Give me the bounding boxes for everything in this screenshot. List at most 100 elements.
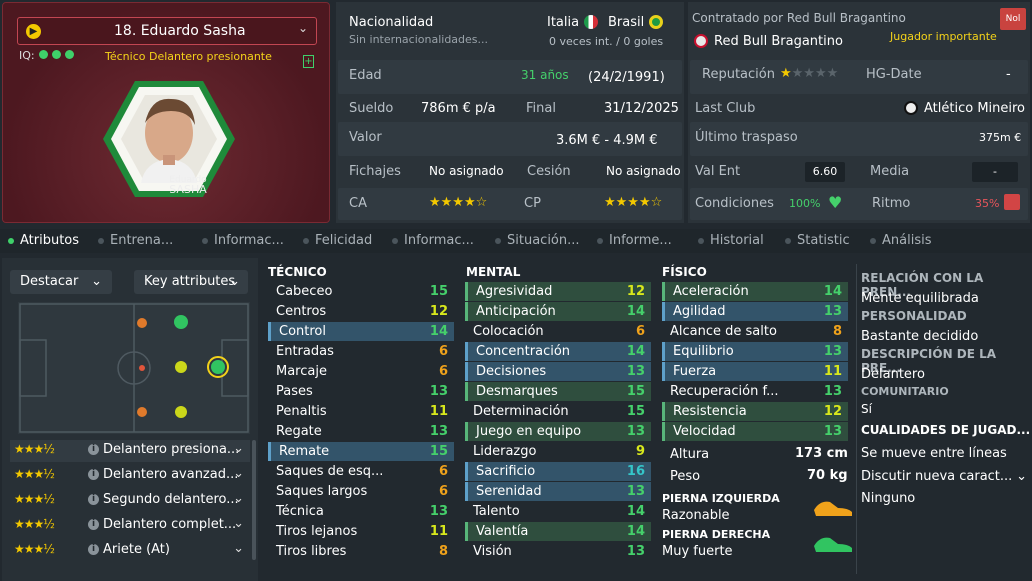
chevron-down-icon[interactable]: ⌄ bbox=[298, 21, 308, 35]
attribute-row[interactable]: Marcaje 6 bbox=[268, 362, 454, 381]
attribute-row[interactable]: Agresividad 12 bbox=[465, 282, 651, 301]
position-row[interactable]: ★★★½ i Delantero presiona... ⌄ bbox=[10, 440, 250, 462]
tab-informe[interactable]: Informe... bbox=[597, 233, 672, 248]
scrollbar[interactable] bbox=[252, 440, 256, 560]
country-italy[interactable]: Italia bbox=[547, 15, 579, 30]
tab-label: Informe... bbox=[609, 233, 672, 248]
position-row[interactable]: ★★★½ i Segundo delantero... ⌄ bbox=[10, 490, 250, 512]
country-brazil[interactable]: Brasil bbox=[608, 15, 644, 30]
attribute-row[interactable]: Entradas 6 bbox=[268, 342, 454, 361]
left-foot-label: PIERNA IZQUIERDA bbox=[662, 492, 780, 505]
wage-label: Sueldo bbox=[349, 101, 394, 116]
chevron-down-icon[interactable]: ⌄ bbox=[233, 541, 244, 556]
attribute-row[interactable]: Control 14 bbox=[268, 322, 454, 341]
attribute-row[interactable]: Fuerza 11 bbox=[662, 362, 848, 381]
tab-entrenamiento[interactable]: Entrena... bbox=[98, 233, 173, 248]
ca-stars: ★★★★☆ bbox=[429, 195, 488, 210]
attribute-value: 9 bbox=[635, 444, 645, 459]
attribute-row[interactable]: Visión 13 bbox=[465, 542, 651, 561]
attribute-value: 15 bbox=[626, 404, 645, 419]
tab-atributos[interactable]: Atributos bbox=[8, 233, 79, 248]
attribute-row[interactable]: Alcance de salto 8 bbox=[662, 322, 848, 341]
attribute-row[interactable]: Agilidad 13 bbox=[662, 302, 848, 321]
attribute-row[interactable]: Cabeceo 15 bbox=[268, 282, 454, 301]
attribute-row[interactable]: Saques de esq... 6 bbox=[268, 462, 454, 481]
attribute-row[interactable]: Talento 14 bbox=[465, 502, 651, 521]
trait-none: Ninguno bbox=[861, 491, 916, 506]
reputation-label: Reputación bbox=[702, 67, 775, 82]
tab-label: Statistic bbox=[797, 233, 850, 248]
tab-informacion-2[interactable]: Informac... bbox=[392, 233, 474, 248]
attribute-row[interactable]: Resistencia 12 bbox=[662, 402, 848, 421]
attribute-row[interactable]: Determinación 15 bbox=[465, 402, 651, 421]
attribute-row[interactable]: Regate 13 bbox=[268, 422, 454, 441]
physical-header: FÍSICO bbox=[662, 265, 707, 279]
attribute-row[interactable]: Liderazgo 9 bbox=[465, 442, 651, 461]
tab-analisis[interactable]: Análisis bbox=[870, 233, 931, 248]
attribute-row[interactable]: Remate 15 bbox=[268, 442, 454, 461]
attribute-row[interactable]: Equilibrio 13 bbox=[662, 342, 848, 361]
position-row[interactable]: ★★★½ i Delantero complet... ⌄ bbox=[10, 515, 250, 537]
attribute-row[interactable]: Tiros lejanos 11 bbox=[268, 522, 454, 541]
attribute-row[interactable]: Colocación 6 bbox=[465, 322, 651, 341]
position-row[interactable]: ★★★½ i Delantero avanzad... ⌄ bbox=[10, 465, 250, 487]
chevron-down-icon[interactable]: ⌄ bbox=[233, 516, 244, 531]
club-name[interactable]: Red Bull Bragantino bbox=[714, 34, 843, 49]
info-icon[interactable]: i bbox=[88, 444, 99, 455]
attribute-row[interactable]: Desmarques 15 bbox=[465, 382, 651, 401]
attribute-row[interactable]: Sacrificio 16 bbox=[465, 462, 651, 481]
position-name: Delantero presiona... bbox=[103, 442, 240, 457]
attribute-row[interactable]: Juego en equipo 13 bbox=[465, 422, 651, 441]
attribute-row[interactable]: Concentración 14 bbox=[465, 342, 651, 361]
info-icon[interactable]: i bbox=[88, 544, 99, 555]
player-name-selector[interactable]: ▶ 18. Eduardo Sasha ⌄ bbox=[17, 17, 317, 45]
attribute-row[interactable]: Decisiones 13 bbox=[465, 362, 651, 381]
tab-historial[interactable]: Historial bbox=[698, 233, 764, 248]
discuss-trait-dropdown[interactable]: Discutir nueva caract... ⌄ bbox=[861, 469, 1027, 484]
loan-status-value[interactable]: No asignado bbox=[606, 164, 681, 178]
iq-dot bbox=[38, 50, 48, 59]
attribute-row[interactable]: Penaltis 11 bbox=[268, 402, 454, 421]
transfer-status-value[interactable]: No asignado bbox=[429, 164, 504, 178]
tab-informacion[interactable]: Informac... bbox=[202, 233, 284, 248]
attribute-name: Remate bbox=[279, 444, 330, 459]
tab-situacion[interactable]: Situación... bbox=[495, 233, 580, 248]
last-club-value[interactable]: Atlético Mineiro bbox=[924, 101, 1025, 116]
info-icon[interactable]: i bbox=[88, 494, 99, 505]
attribute-value: 13 bbox=[823, 344, 842, 359]
key-attributes-dropdown[interactable]: Key attributes ⌄ bbox=[134, 270, 248, 294]
attribute-row[interactable]: Centros 12 bbox=[268, 302, 454, 321]
chevron-down-icon[interactable]: ⌄ bbox=[233, 491, 244, 506]
info-icon[interactable]: i bbox=[88, 469, 99, 480]
condition-label: Condiciones bbox=[695, 196, 774, 211]
position-name: Ariete (At) bbox=[103, 542, 170, 557]
attribute-name: Resistencia bbox=[673, 404, 747, 419]
attribute-row[interactable]: Tiros libres 8 bbox=[268, 542, 454, 561]
highlight-dropdown[interactable]: Destacar ⌄ bbox=[10, 270, 112, 294]
attribute-row[interactable]: Pases 13 bbox=[268, 382, 454, 401]
chevron-down-icon[interactable]: ⌄ bbox=[233, 466, 244, 481]
attribute-row[interactable]: Valentía 14 bbox=[465, 522, 651, 541]
media-relation-value: Mente equilibrada bbox=[861, 291, 979, 306]
position-row[interactable]: ★★★½ i Ariete (At) ⌄ bbox=[10, 540, 250, 562]
attribute-row[interactable]: Anticipación 14 bbox=[465, 302, 651, 321]
tab-felicidad[interactable]: Felicidad bbox=[303, 233, 372, 248]
attribute-row[interactable]: Velocidad 13 bbox=[662, 422, 848, 441]
attribute-row[interactable]: Saques largos 6 bbox=[268, 482, 454, 501]
attribute-row[interactable]: Aceleración 14 bbox=[662, 282, 848, 301]
tab-label: Felicidad bbox=[315, 233, 373, 248]
attribute-row[interactable]: Técnica 13 bbox=[268, 502, 454, 521]
info-icon[interactable]: i bbox=[88, 519, 99, 530]
attribute-value: 14 bbox=[823, 284, 842, 299]
attribute-value: 13 bbox=[626, 544, 645, 559]
attribute-row[interactable]: Recuperación f... 13 bbox=[662, 382, 848, 401]
chevron-down-icon[interactable]: ⌄ bbox=[233, 441, 244, 456]
nol-badge[interactable]: Nol bbox=[1000, 8, 1026, 30]
attribute-row[interactable]: Serenidad 13 bbox=[465, 482, 651, 501]
last-transfer-value: 375m € bbox=[979, 131, 1022, 144]
tab-statistic[interactable]: Statistic bbox=[785, 233, 850, 248]
add-shortlist-icon[interactable]: + bbox=[303, 55, 314, 68]
loan-status-label: Cesión bbox=[527, 164, 571, 179]
attribute-value: 13 bbox=[429, 384, 448, 399]
brazil-flag-icon bbox=[649, 15, 663, 29]
